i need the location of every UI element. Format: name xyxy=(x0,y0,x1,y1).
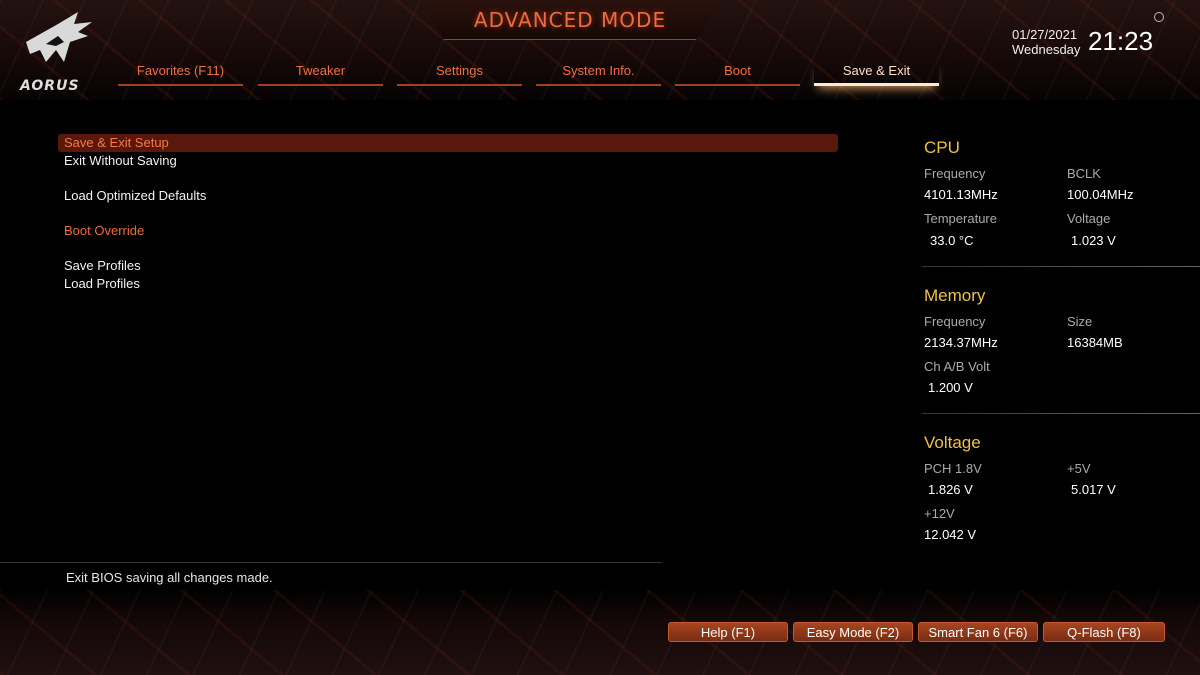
q-flash-button[interactable]: Q-Flash (F8) xyxy=(1043,622,1165,642)
tab-favorites[interactable]: Favorites (F11) xyxy=(118,60,243,86)
pch-voltage-label: PCH 1.8V xyxy=(924,461,982,476)
menu-item-load-profiles[interactable]: Load Profiles xyxy=(58,275,838,293)
memory-volt-label: Ch A/B Volt xyxy=(924,359,990,374)
tab-settings[interactable]: Settings xyxy=(397,60,522,86)
weekday-text: Wednesday xyxy=(1012,42,1081,57)
tab-save-exit[interactable]: Save & Exit xyxy=(814,60,939,86)
5v-voltage-label: +5V xyxy=(1067,461,1091,476)
memory-volt-value: 1.200 V xyxy=(928,380,973,395)
aorus-logo-text: AORUS xyxy=(20,78,80,94)
tab-system-info[interactable]: System Info. xyxy=(536,60,661,86)
memory-size-value: 16384MB xyxy=(1067,335,1123,350)
cpu-bclk-label: BCLK xyxy=(1067,166,1101,181)
tab-boot[interactable]: Boot xyxy=(675,60,800,86)
voltage-section-title: Voltage xyxy=(924,433,981,452)
cpu-frequency-value: 4101.13MHz xyxy=(924,187,998,202)
menu-item-save-profiles[interactable]: Save Profiles xyxy=(58,257,838,275)
header-bar: ADVANCED MODE AORUS Favorites (F11) Twea… xyxy=(0,0,1200,100)
cpu-frequency-label: Frequency xyxy=(924,166,986,181)
memory-size-label: Size xyxy=(1067,314,1093,329)
memory-frequency-value: 2134.37MHz xyxy=(924,335,998,350)
cpu-temperature-value: 33.0 °C xyxy=(930,233,974,248)
menu-item-exit-without-saving[interactable]: Exit Without Saving xyxy=(58,152,838,170)
mode-title: ADVANCED MODE xyxy=(473,8,667,32)
smart-fan-button[interactable]: Smart Fan 6 (F6) xyxy=(918,622,1038,642)
memory-frequency-label: Frequency xyxy=(924,314,986,329)
cpu-voltage-label: Voltage xyxy=(1067,211,1111,226)
easy-mode-button[interactable]: Easy Mode (F2) xyxy=(793,622,913,642)
12v-voltage-label: +12V xyxy=(924,506,955,521)
cpu-section-title: CPU xyxy=(924,138,960,157)
memory-section-title: Memory xyxy=(924,286,986,305)
menu-item-load-optimized-defaults[interactable]: Load Optimized Defaults xyxy=(58,187,838,205)
cpu-bclk-value: 100.04MHz xyxy=(1067,187,1134,202)
5v-voltage-value: 5.017 V xyxy=(1071,482,1116,497)
12v-voltage-value: 12.042 V xyxy=(924,527,977,542)
menu-item-save-exit-setup[interactable]: Save & Exit Setup xyxy=(58,134,838,152)
tab-tweaker[interactable]: Tweaker xyxy=(258,60,383,86)
cpu-divider xyxy=(922,266,1200,267)
hint-text: Exit BIOS saving all changes made. xyxy=(66,570,273,585)
clock-time: 21:23 xyxy=(1088,26,1154,56)
menu-item-boot-override[interactable]: Boot Override xyxy=(58,222,838,240)
clock-date: 01/27/2021 Wednesday xyxy=(1012,27,1080,57)
pch-voltage-value: 1.826 V xyxy=(928,482,973,497)
cpu-voltage-value: 1.023 V xyxy=(1071,233,1116,248)
settings-icon[interactable] xyxy=(1154,12,1164,22)
help-button[interactable]: Help (F1) xyxy=(668,622,788,642)
memory-divider xyxy=(922,413,1200,414)
date-text: 01/27/2021 xyxy=(1012,27,1078,42)
hint-divider xyxy=(0,562,662,563)
cpu-temperature-label: Temperature xyxy=(924,211,997,226)
